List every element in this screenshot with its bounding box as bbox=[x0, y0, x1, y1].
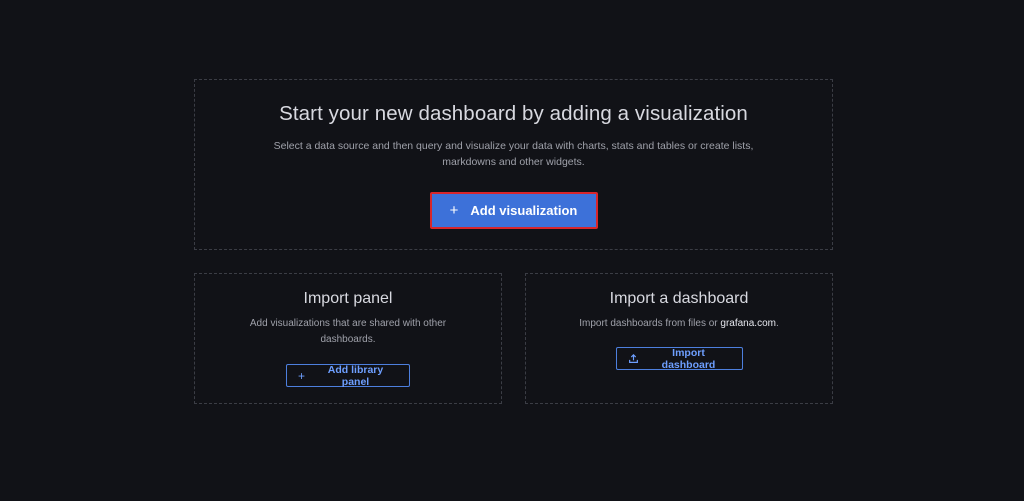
import-panel-description: Add visualizations that are shared with … bbox=[249, 318, 447, 345]
add-library-panel-button[interactable]: + Add library panel bbox=[286, 363, 410, 388]
add-visualization-button[interactable]: + Add visualization bbox=[429, 192, 598, 229]
upload-icon bbox=[628, 353, 639, 364]
plus-icon: + bbox=[449, 202, 459, 219]
import-dashboard-label: Import dashboard bbox=[661, 346, 716, 371]
grafana-com-link[interactable]: grafana.com bbox=[720, 318, 776, 329]
main-title: Start your new dashboard by adding a vis… bbox=[279, 102, 748, 125]
import-dashboard-card: Import a dashboard Import dashboards fro… bbox=[525, 273, 833, 404]
import-dashboard-button[interactable]: Import dashboard bbox=[615, 346, 743, 371]
add-visualization-label: Add visualization bbox=[470, 203, 578, 218]
import-panel-card: Import panel Add visualizations that are… bbox=[194, 273, 502, 404]
add-library-panel-label: Add library panel bbox=[327, 363, 384, 388]
empty-dashboard-page: Start your new dashboard by adding a vis… bbox=[0, 0, 1024, 501]
plus-icon: + bbox=[298, 368, 306, 383]
import-dashboard-title: Import a dashboard bbox=[609, 290, 749, 307]
import-panel-title: Import panel bbox=[303, 290, 393, 307]
import-dashboard-description-text: Import dashboards from files or bbox=[579, 318, 721, 329]
main-description: Select a data source and then query and … bbox=[273, 140, 754, 168]
import-dashboard-description: Import dashboards from files or grafana.… bbox=[539, 316, 819, 332]
add-visualization-card: Start your new dashboard by adding a vis… bbox=[194, 79, 833, 250]
import-dashboard-description-suffix: . bbox=[775, 318, 779, 329]
